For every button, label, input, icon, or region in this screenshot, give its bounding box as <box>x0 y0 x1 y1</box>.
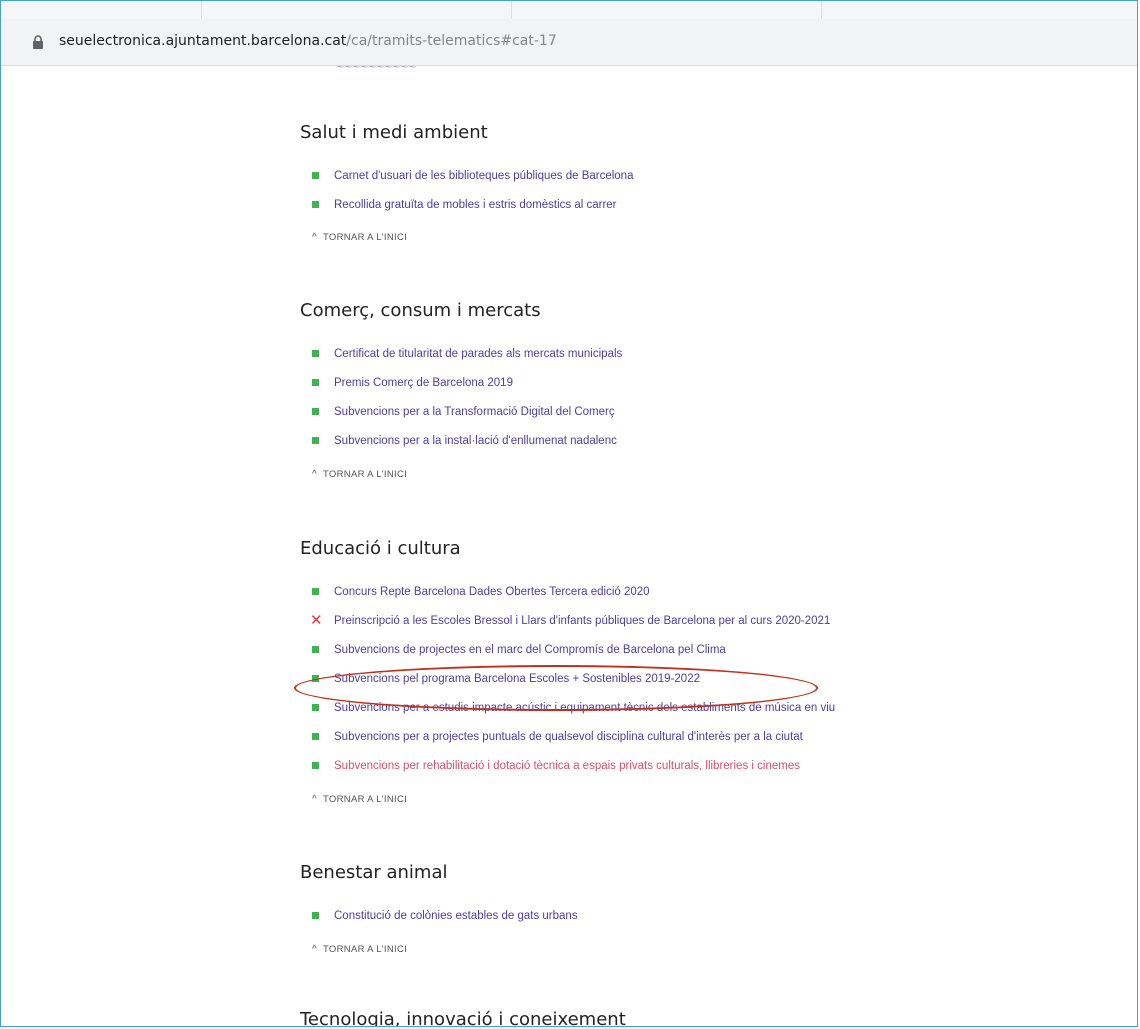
status-open-icon <box>312 675 319 682</box>
procedure-link[interactable]: Subvencions per a la Transformació Digit… <box>334 402 615 422</box>
status-open-icon <box>312 588 319 595</box>
procedure-link[interactable]: Subvencions per a la instal·lació d'enll… <box>334 431 617 451</box>
section-salut: Salut i medi ambient Carnet d'usuari de … <box>300 121 1020 243</box>
tab-strip <box>1 1 1137 20</box>
section-educacio: Educació i cultura Concurs Repte Barcelo… <box>300 537 1020 805</box>
procedure-link[interactable]: Premis Comerç de Barcelona 2019 <box>334 373 513 393</box>
status-open-icon <box>312 437 319 444</box>
page-content: ~~~~~~~~~~ Salut i medi ambient Carnet d… <box>1 60 1137 1026</box>
section-title: Salut i medi ambient <box>300 122 488 143</box>
back-to-top-label: TORNAR A L'INICI <box>323 469 408 480</box>
status-open-icon <box>312 762 319 769</box>
chevron-up-icon: ^ <box>312 944 317 955</box>
back-to-top-label: TORNAR A L'INICI <box>323 944 408 955</box>
procedure-link[interactable]: Subvencions per a estudis impacte acústi… <box>334 698 835 718</box>
status-open-icon <box>312 733 319 740</box>
section-title: Comerç, consum i mercats <box>300 300 541 321</box>
section-benestar-animal: Benestar animal Constitució de colònies … <box>300 861 1020 955</box>
url-text[interactable]: seuelectronica.ajuntament.barcelona.cat/… <box>59 33 557 49</box>
procedure-link-visited[interactable]: Subvencions per rehabilitació i dotació … <box>334 756 800 776</box>
section-comerc: Comerç, consum i mercats Certificat de t… <box>300 299 1020 480</box>
status-open-icon <box>312 704 319 711</box>
status-open-icon <box>312 350 319 357</box>
procedure-link[interactable]: Constitució de colònies estables de gats… <box>334 906 578 926</box>
back-to-top-link[interactable]: ^ TORNAR A L'INICI <box>312 944 407 960</box>
status-open-icon <box>312 912 319 919</box>
procedure-link[interactable]: Carnet d'usuari de les biblioteques públ… <box>334 166 633 186</box>
browser-window: seuelectronica.ajuntament.barcelona.cat/… <box>0 0 1138 1027</box>
tab[interactable] <box>511 1 822 19</box>
status-closed-icon: ✕ <box>310 611 323 629</box>
cut-off-text: ~~~~~~~~~~ <box>337 60 418 74</box>
address-bar[interactable]: seuelectronica.ajuntament.barcelona.cat/… <box>1 19 1137 66</box>
tab[interactable] <box>1 1 202 19</box>
back-to-top-label: TORNAR A L'INICI <box>323 232 408 243</box>
procedure-link[interactable]: Subvencions de projectes en el marc del … <box>334 640 726 660</box>
procedure-link[interactable]: Recollida gratuïta de mobles i estris do… <box>334 195 617 215</box>
url-path: /ca/tramits-telematics#cat-17 <box>346 33 557 49</box>
back-to-top-link[interactable]: ^ TORNAR A L'INICI <box>312 469 407 485</box>
status-open-icon <box>312 201 319 208</box>
status-open-icon <box>312 172 319 179</box>
section-title: Benestar animal <box>300 862 448 883</box>
section-title: Educació i cultura <box>300 538 461 559</box>
status-open-icon <box>312 646 319 653</box>
lock-icon <box>33 35 43 49</box>
procedure-link[interactable]: Subvencions pel programa Barcelona Escol… <box>334 669 700 689</box>
tab[interactable] <box>201 1 512 19</box>
back-to-top-label: TORNAR A L'INICI <box>323 794 408 805</box>
back-to-top-link[interactable]: ^ TORNAR A L'INICI <box>312 794 407 810</box>
status-open-icon <box>312 408 319 415</box>
chevron-up-icon: ^ <box>312 469 317 480</box>
procedure-link[interactable]: Preinscripció a les Escoles Bressol i Ll… <box>334 611 830 631</box>
chevron-up-icon: ^ <box>312 794 317 805</box>
back-to-top-link[interactable]: ^ TORNAR A L'INICI <box>312 232 407 248</box>
url-host: seuelectronica.ajuntament.barcelona.cat <box>59 33 347 49</box>
next-section-title: Tecnologia, innovació i coneixement <box>300 1009 626 1027</box>
procedure-link[interactable]: Subvencions per a projectes puntuals de … <box>334 727 803 747</box>
status-open-icon <box>312 379 319 386</box>
chevron-up-icon: ^ <box>312 232 317 243</box>
procedure-link[interactable]: Concurs Repte Barcelona Dades Obertes Te… <box>334 582 650 602</box>
procedure-link[interactable]: Certificat de titularitat de parades als… <box>334 344 622 364</box>
